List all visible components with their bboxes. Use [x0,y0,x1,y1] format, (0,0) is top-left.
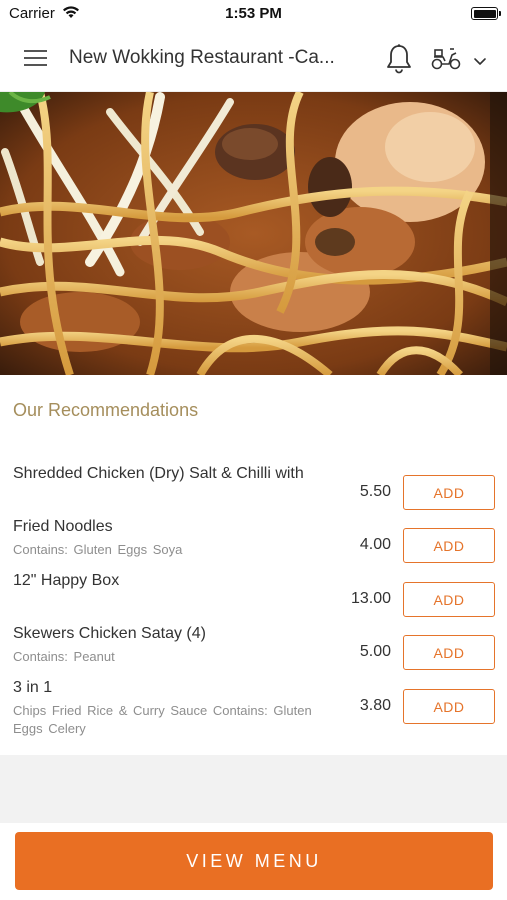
item-price: 13.00 [350,590,391,607]
add-button[interactable]: ADD [403,475,495,510]
item-allergens: Contains: Peanut [13,649,115,664]
item-allergens: Chips Fried Rice & Curry Sauce Contains:… [13,703,312,736]
item-name: Shredded Chicken (Dry) Salt & Chilli wit… [13,465,304,482]
food-photo [0,92,507,375]
item-price: 3.80 [359,697,391,714]
clock: 1:53 PM [225,5,282,22]
footer-bar: VIEW MENU [0,823,507,900]
item-name: Fried Noodles [13,518,113,535]
add-button[interactable]: ADD [403,689,495,724]
add-button[interactable]: ADD [403,582,495,617]
add-button[interactable]: ADD [403,528,495,563]
chevron-down-icon[interactable] [473,54,487,72]
item-price: 5.50 [359,483,391,500]
item-price: 5.00 [359,643,391,660]
view-menu-button[interactable]: VIEW MENU [15,832,493,890]
add-button[interactable]: ADD [403,635,495,670]
item-allergens: Contains: Gluten Eggs Soya [13,542,183,557]
hero-food-image [0,92,507,375]
menu-icon[interactable] [24,50,47,67]
battery-icon [471,7,501,20]
item-name: 3 in 1 [13,679,53,696]
app-header: New Wokking Restaurant -Ca... [0,26,507,92]
item-name: 12" Happy Box [13,572,120,589]
item-price: 4.00 [359,536,391,553]
item-name: Skewers Chicken Satay (4) [13,625,206,642]
status-bar: Carrier 1:53 PM [0,0,507,26]
bell-icon[interactable] [384,43,414,80]
section-title-recommendations: Our Recommendations [13,400,199,420]
restaurant-title: New Wokking Restaurant -Ca... [69,47,335,68]
scooter-icon[interactable] [430,45,462,76]
content-divider [0,755,507,823]
